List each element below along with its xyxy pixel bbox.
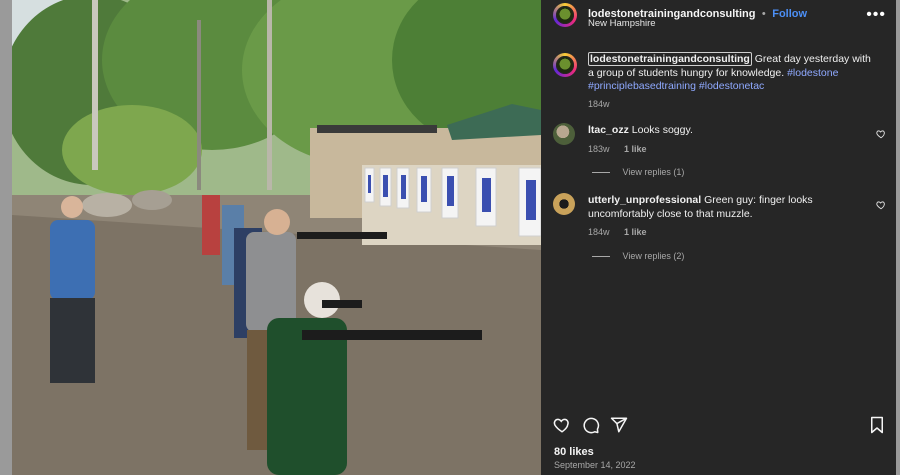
comment-item: utterly_unprofessional Green guy: finger… [588, 194, 858, 240]
post-photo[interactable] [12, 0, 541, 475]
post-location[interactable]: New Hampshire [588, 18, 656, 29]
caption-username[interactable]: lodestonetrainingandconsulting [588, 52, 752, 66]
view-replies-label: View replies (2) [622, 251, 685, 261]
comment-likes[interactable]: 1 like [624, 227, 647, 237]
comment-text: Looks soggy. [631, 124, 693, 136]
follow-button[interactable]: Follow [772, 8, 807, 20]
hashtag-link[interactable]: #lodestonetac [699, 80, 764, 92]
heart-icon[interactable] [553, 416, 571, 439]
comment-time[interactable]: 184w [588, 227, 610, 237]
more-options-icon[interactable]: ••• [866, 6, 886, 24]
view-replies-button[interactable]: View replies (1) [592, 167, 684, 177]
replies-line [592, 172, 610, 174]
comment-username[interactable]: ltac_ozz [588, 124, 629, 136]
commenter-avatar[interactable] [553, 123, 575, 145]
hashtag-link[interactable]: #lodestone [787, 67, 838, 79]
comment-icon[interactable] [582, 416, 600, 439]
replies-line [592, 256, 610, 258]
window-edge-left [0, 0, 12, 475]
caption-time[interactable]: 184w [588, 98, 878, 112]
comment-item: ltac_ozz Looks soggy. 183w 1 like [588, 124, 858, 156]
comment-meta: 184w 1 like [588, 226, 858, 240]
comment-username[interactable]: utterly_unprofessional [588, 194, 701, 206]
comment-meta: 183w 1 like [588, 143, 858, 157]
comment-likes[interactable]: 1 like [624, 144, 647, 154]
view-replies-label: View replies (1) [622, 167, 685, 177]
range-scene-image [12, 0, 541, 475]
comment-time[interactable]: 183w [588, 144, 610, 154]
comment-like-heart-icon[interactable] [876, 200, 886, 210]
share-icon[interactable] [610, 416, 628, 439]
author-avatar[interactable] [553, 3, 577, 27]
view-replies-button[interactable]: View replies (2) [592, 251, 684, 261]
comment-like-heart-icon[interactable] [876, 129, 886, 139]
window-edge-right [896, 0, 900, 475]
bookmark-icon[interactable] [869, 416, 885, 439]
header-separator: • [761, 8, 766, 20]
post-caption: lodestonetrainingandconsulting Great day… [588, 52, 878, 112]
caption-avatar[interactable] [553, 53, 577, 77]
hashtag-link[interactable]: #principlebasedtraining [588, 80, 696, 92]
post-action-bar [553, 416, 888, 436]
commenter-avatar[interactable] [553, 193, 575, 215]
post-date[interactable]: September 14, 2022 [554, 460, 636, 470]
likes-count[interactable]: 80 likes [554, 446, 594, 458]
